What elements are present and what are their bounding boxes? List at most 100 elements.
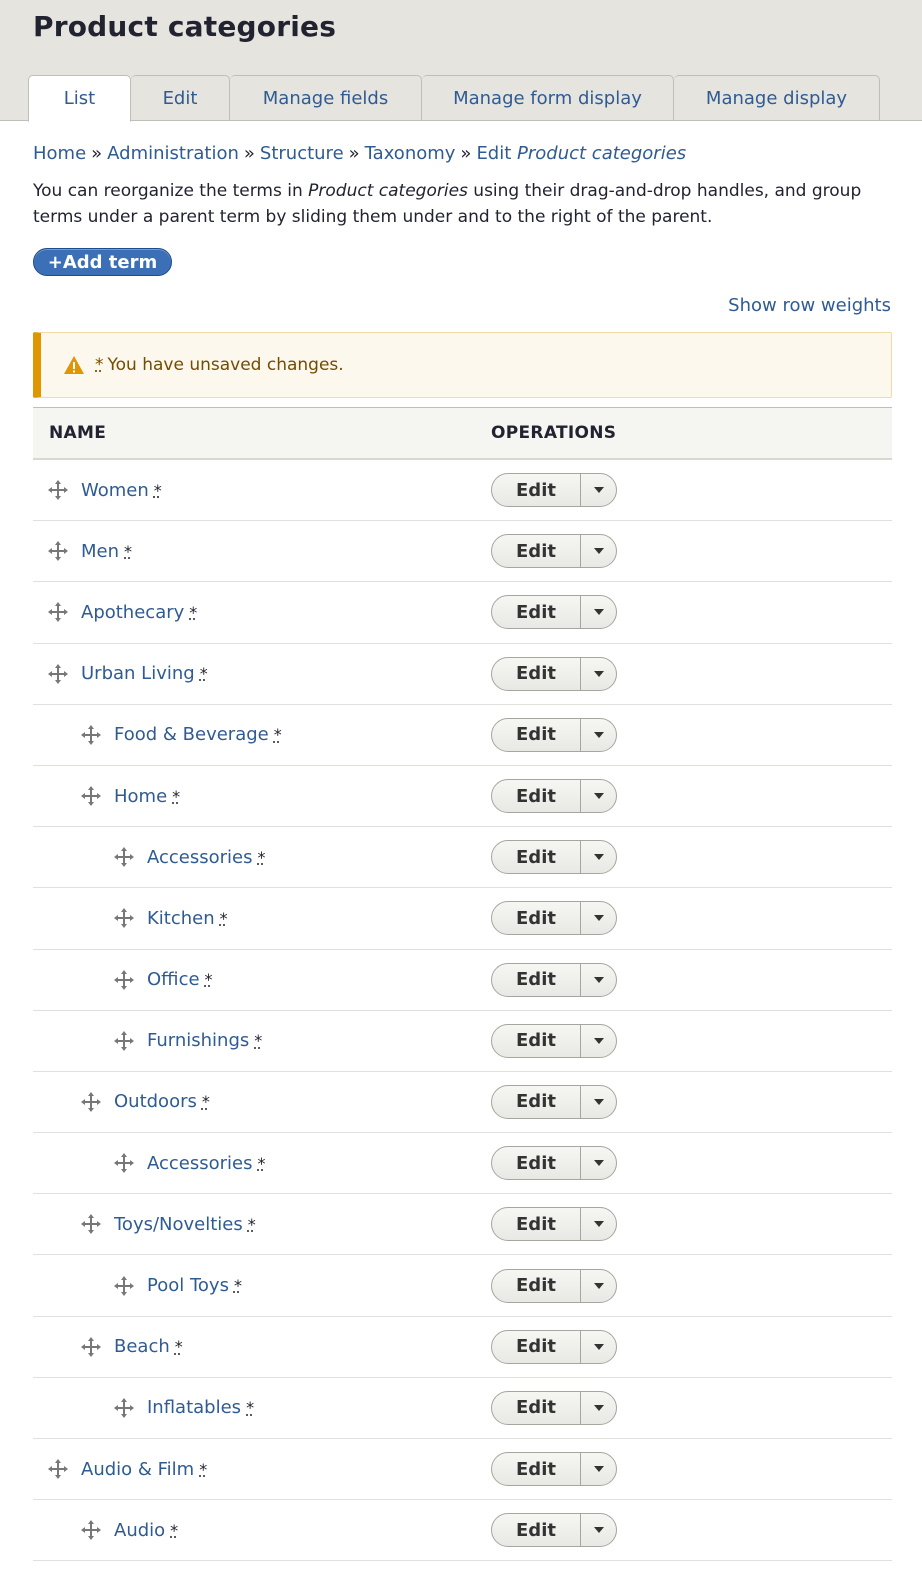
changed-marker: *	[233, 1276, 242, 1296]
tab-manage-display[interactable]: Manage display	[674, 75, 880, 121]
table-row: Inflatables * Edit	[33, 1378, 892, 1439]
dropbutton-toggle[interactable]	[581, 1453, 616, 1485]
edit-button[interactable]: Edit	[492, 902, 581, 935]
dropbutton-toggle[interactable]	[581, 1514, 616, 1546]
term-link[interactable]: Beach	[114, 1336, 170, 1357]
dropbutton-toggle[interactable]	[581, 1025, 616, 1057]
edit-button[interactable]: Edit	[492, 1453, 581, 1486]
term-link[interactable]: Audio & Film	[81, 1459, 194, 1480]
term-name-cell: Furnishings *	[33, 1011, 475, 1071]
drag-handle-icon[interactable]	[113, 1030, 135, 1052]
dropbutton-toggle[interactable]	[581, 841, 616, 873]
dropbutton-toggle[interactable]	[581, 596, 616, 628]
edit-button[interactable]: Edit	[492, 535, 581, 568]
drag-handle-icon[interactable]	[113, 1397, 135, 1419]
term-link[interactable]: Kitchen	[147, 908, 215, 929]
operations-cell: Edit	[475, 1146, 617, 1181]
table-row: Outdoors * Edit	[33, 1072, 892, 1134]
edit-button[interactable]: Edit	[492, 1208, 581, 1241]
term-link[interactable]: Pool Toys	[147, 1275, 229, 1296]
operations-cell: Edit	[475, 595, 617, 630]
dropbutton-toggle[interactable]	[581, 1147, 616, 1179]
table-row: Furnishings * Edit	[33, 1011, 892, 1072]
dropbutton-toggle[interactable]	[581, 719, 616, 751]
operations-dropbutton: Edit	[491, 1207, 617, 1242]
drag-handle-icon[interactable]	[47, 1458, 69, 1480]
edit-button[interactable]: Edit	[492, 1269, 581, 1302]
edit-button[interactable]: Edit	[492, 963, 581, 996]
term-link[interactable]: Accessories	[147, 1153, 253, 1174]
changed-marker: *	[172, 786, 181, 806]
drag-handle-icon[interactable]	[47, 663, 69, 685]
dropbutton-toggle[interactable]	[581, 780, 616, 812]
drag-handle-icon[interactable]	[47, 540, 69, 562]
term-link[interactable]: Toys/Novelties	[114, 1214, 243, 1235]
breadcrumb-home[interactable]: Home	[33, 143, 86, 164]
chevron-down-icon	[593, 548, 604, 555]
drag-handle-icon[interactable]	[80, 1091, 102, 1113]
term-link[interactable]: Office	[147, 969, 200, 990]
add-term-button[interactable]: +Add term	[33, 248, 172, 276]
dropbutton-toggle[interactable]	[581, 1392, 616, 1424]
edit-button[interactable]: Edit	[492, 657, 581, 690]
term-link[interactable]: Accessories	[147, 847, 253, 868]
dropbutton-toggle[interactable]	[581, 1270, 616, 1302]
dropbutton-toggle[interactable]	[581, 658, 616, 690]
term-link[interactable]: Apothecary	[81, 602, 184, 623]
dropbutton-toggle[interactable]	[581, 902, 616, 934]
term-link[interactable]: Inflatables	[147, 1397, 241, 1418]
dropbutton-toggle[interactable]	[581, 964, 616, 996]
table-row: Audio * Edit	[33, 1500, 892, 1562]
drag-handle-icon[interactable]	[113, 846, 135, 868]
drag-handle-icon[interactable]	[113, 907, 135, 929]
term-link[interactable]: Outdoors	[114, 1091, 197, 1112]
tab-edit[interactable]: Edit	[131, 75, 230, 121]
operations-dropbutton: Edit	[491, 473, 617, 508]
term-link[interactable]: Men	[81, 541, 119, 562]
dropbutton-toggle[interactable]	[581, 1331, 616, 1363]
dropbutton-toggle[interactable]	[581, 535, 616, 567]
breadcrumb-taxonomy[interactable]: Taxonomy	[365, 143, 456, 164]
operations-dropbutton: Edit	[491, 534, 617, 569]
edit-button[interactable]: Edit	[492, 1514, 581, 1547]
term-link[interactable]: Audio	[114, 1520, 165, 1541]
term-name-cell: Apothecary *	[33, 582, 475, 642]
tab-manage-fields[interactable]: Manage fields	[230, 75, 422, 121]
term-link[interactable]: Home	[114, 786, 167, 807]
edit-button[interactable]: Edit	[492, 1147, 581, 1180]
edit-button[interactable]: Edit	[492, 718, 581, 751]
term-link[interactable]: Women	[81, 480, 149, 501]
edit-button[interactable]: Edit	[492, 1085, 581, 1118]
term-link[interactable]: Urban Living	[81, 663, 195, 684]
drag-handle-icon[interactable]	[113, 969, 135, 991]
drag-handle-icon[interactable]	[113, 1152, 135, 1174]
breadcrumb-edit-vocabulary[interactable]: Edit Product categories	[476, 143, 686, 164]
edit-button[interactable]: Edit	[492, 1330, 581, 1363]
dropbutton-toggle[interactable]	[581, 1208, 616, 1240]
tab-manage-form-display[interactable]: Manage form display	[422, 75, 674, 121]
drag-handle-icon[interactable]	[47, 601, 69, 623]
drag-handle-icon[interactable]	[80, 1336, 102, 1358]
show-row-weights-link[interactable]: Show row weights	[728, 295, 891, 316]
tab-list[interactable]: List	[28, 75, 131, 122]
edit-button[interactable]: Edit	[492, 1391, 581, 1424]
edit-button[interactable]: Edit	[492, 841, 581, 874]
term-link[interactable]: Food & Beverage	[114, 724, 269, 745]
edit-button[interactable]: Edit	[492, 474, 581, 507]
dropbutton-toggle[interactable]	[581, 1086, 616, 1118]
drag-handle-icon[interactable]	[47, 479, 69, 501]
breadcrumb-structure[interactable]: Structure	[260, 143, 344, 164]
term-name-cell: Inflatables *	[33, 1378, 475, 1438]
edit-button[interactable]: Edit	[492, 780, 581, 813]
operations-cell: Edit	[475, 1084, 617, 1119]
drag-handle-icon[interactable]	[113, 1275, 135, 1297]
drag-handle-icon[interactable]	[80, 1519, 102, 1541]
drag-handle-icon[interactable]	[80, 785, 102, 807]
breadcrumb-administration[interactable]: Administration	[107, 143, 239, 164]
dropbutton-toggle[interactable]	[581, 474, 616, 506]
edit-button[interactable]: Edit	[492, 596, 581, 629]
drag-handle-icon[interactable]	[80, 724, 102, 746]
edit-button[interactable]: Edit	[492, 1024, 581, 1057]
term-link[interactable]: Furnishings	[147, 1030, 249, 1051]
drag-handle-icon[interactable]	[80, 1213, 102, 1235]
